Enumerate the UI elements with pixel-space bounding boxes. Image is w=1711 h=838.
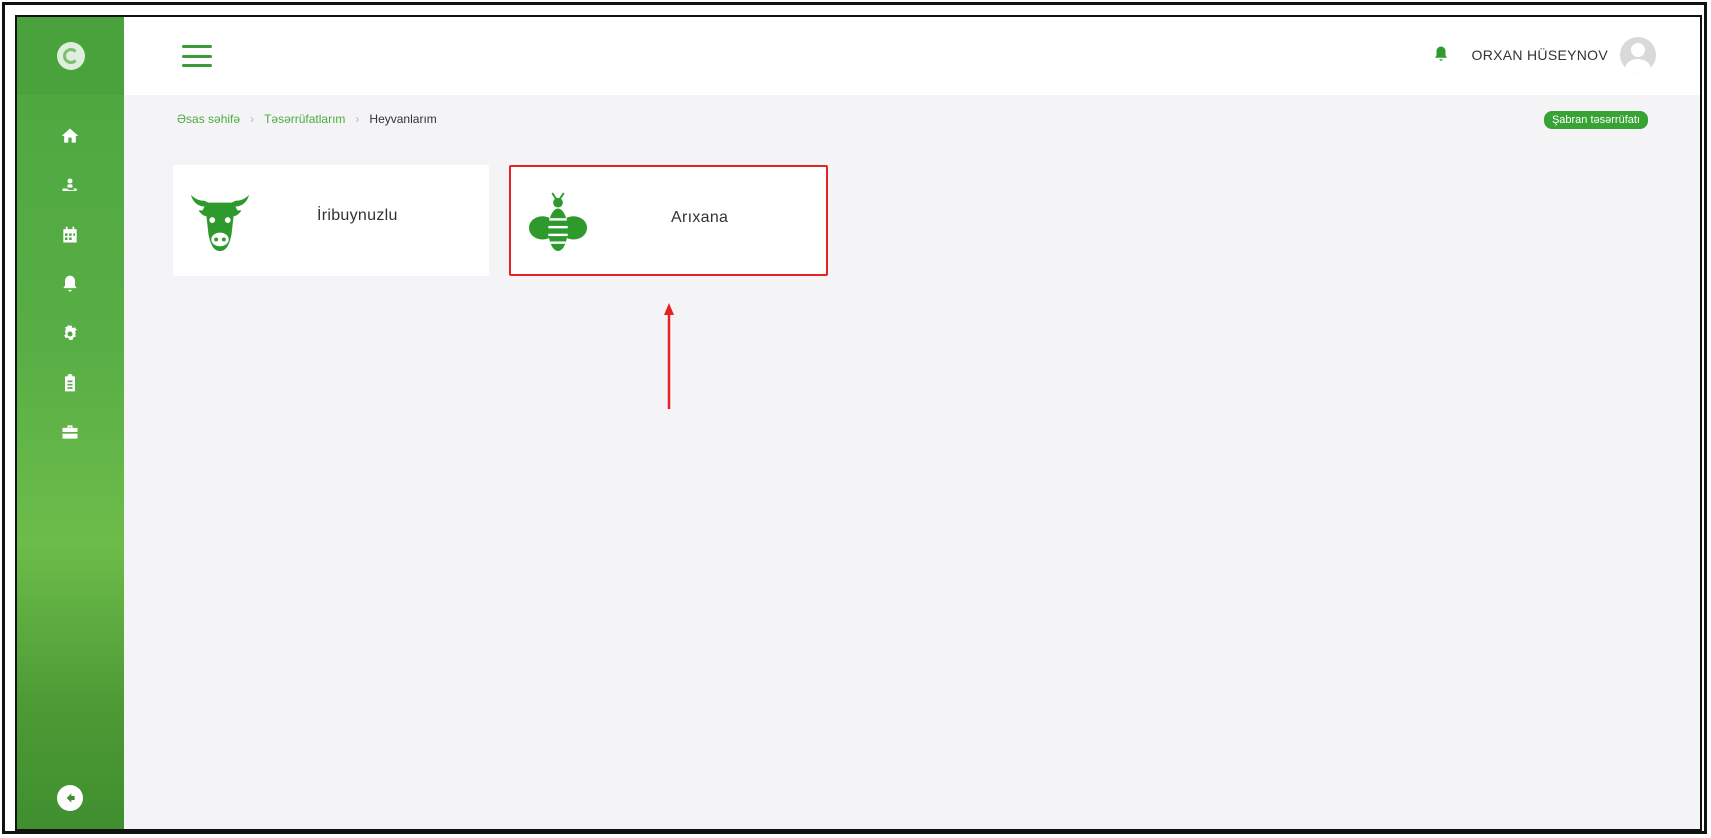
breadcrumb-farms[interactable]: Təsərrüfatlarım [264, 112, 345, 126]
breadcrumb-home[interactable]: Əsas səhifə [177, 112, 240, 126]
app-window: ORXAN HÜSEYNOV Əsas səhifə › Təsərrüfatl… [15, 15, 1702, 831]
screenshot-frame: ORXAN HÜSEYNOV Əsas səhifə › Təsərrüfatl… [2, 2, 1707, 834]
annotation-arrow [664, 303, 674, 409]
top-bar: ORXAN HÜSEYNOV [124, 17, 1700, 95]
farm-badge[interactable]: Şabran təsərrüfatı [1543, 111, 1648, 129]
breadcrumb-separator: › [250, 112, 255, 126]
user-area: ORXAN HÜSEYNOV [1432, 35, 1656, 75]
breadcrumb-current: Heyvanlarım [369, 112, 437, 126]
gear-icon[interactable] [59, 323, 81, 345]
notification-bell-icon[interactable] [1432, 45, 1452, 65]
clipboard-icon[interactable] [59, 372, 81, 394]
animal-card-cattle[interactable]: İribuynuzlu [173, 165, 489, 276]
bell-icon[interactable] [59, 273, 81, 295]
hand-holding-icon[interactable] [59, 175, 81, 197]
calendar-icon[interactable] [59, 224, 81, 246]
breadcrumb: Əsas səhifə › Təsərrüfatlarım › Heyvanla… [177, 112, 437, 126]
cow-icon [189, 189, 251, 255]
back-button[interactable] [57, 785, 83, 811]
bee-icon [527, 191, 589, 257]
briefcase-icon[interactable] [59, 421, 81, 443]
animal-card-apiary[interactable]: Arıxana [509, 165, 828, 276]
sidebar [17, 17, 124, 829]
home-icon[interactable] [59, 125, 81, 147]
breadcrumb-separator: › [355, 112, 360, 126]
arrow-left-icon [66, 793, 75, 803]
sidebar-logo[interactable] [17, 17, 124, 95]
logo-icon [56, 42, 85, 70]
card-label: Arıxana [671, 209, 729, 226]
card-label: İribuynuzlu [317, 207, 398, 224]
menu-toggle-button[interactable] [182, 45, 212, 67]
user-name[interactable]: ORXAN HÜSEYNOV [1472, 47, 1608, 63]
avatar[interactable] [1620, 37, 1656, 73]
